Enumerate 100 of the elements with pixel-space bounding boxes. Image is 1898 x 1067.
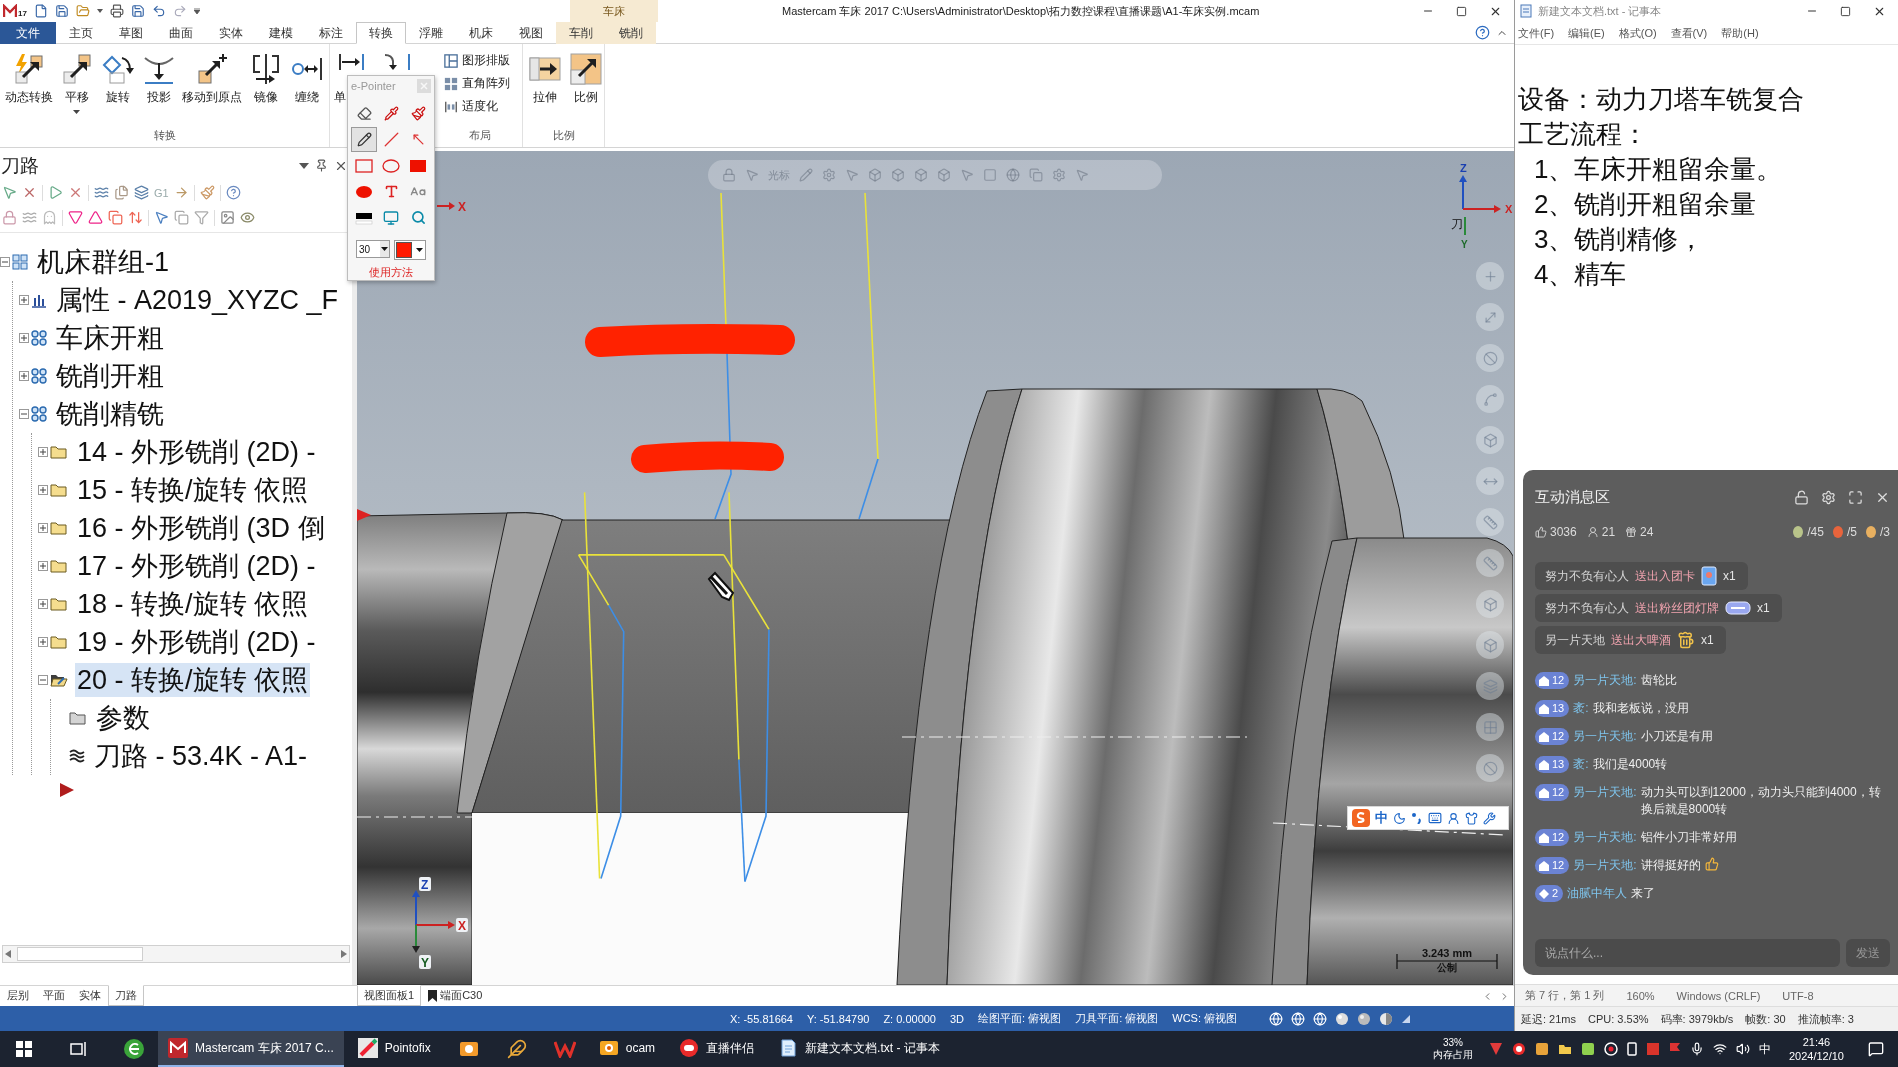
- menu-item[interactable]: 帮助(H): [1721, 25, 1759, 41]
- triangle-icon[interactable]: [88, 210, 103, 225]
- pen-color-select[interactable]: [394, 240, 426, 260]
- ribbon-button[interactable]: 投影: [139, 50, 178, 106]
- pencil-icon[interactable]: [356, 132, 372, 147]
- open-folder-icon[interactable]: [75, 4, 90, 18]
- chat-username[interactable]: 袤:: [1573, 700, 1589, 717]
- maximize-icon[interactable]: [1840, 5, 1851, 17]
- taskbar-app[interactable]: 新建文本文档.txt - 记事本: [768, 1031, 950, 1067]
- line-icon[interactable]: [383, 132, 399, 147]
- shaded-sphere-icon[interactable]: [1357, 1011, 1372, 1026]
- waves-icon[interactable]: [94, 185, 109, 200]
- tree-item[interactable]: 18 - 转换/旋转 依照: [75, 587, 311, 621]
- brush-icon[interactable]: [199, 185, 215, 200]
- panel-tab[interactable]: 平面: [36, 985, 72, 1006]
- triangle-icon[interactable]: [68, 210, 83, 225]
- viewport-tab[interactable]: 端面C30: [421, 985, 490, 1006]
- copy-icon[interactable]: [108, 210, 123, 225]
- tool-button[interactable]: [351, 127, 377, 152]
- arrow-icon[interactable]: [173, 185, 189, 200]
- ribbon-button[interactable]: 比例: [567, 50, 605, 106]
- plus-box-icon[interactable]: [38, 599, 48, 609]
- ribbon-button[interactable]: 移动到原点: [180, 50, 244, 106]
- help-link[interactable]: 使用方法: [369, 265, 413, 280]
- ribbon-button[interactable]: 图形排版: [442, 50, 512, 71]
- layers-icon[interactable]: [1476, 672, 1504, 700]
- cube-icon[interactable]: [1476, 631, 1504, 659]
- ribbon-button[interactable]: 适度化: [442, 96, 500, 117]
- clock[interactable]: 21:46 2024/12/10: [1778, 1031, 1854, 1067]
- lock-icon[interactable]: [2, 210, 17, 225]
- ribbon-tab[interactable]: 浮雕: [406, 22, 456, 44]
- caret-icon[interactable]: [96, 9, 103, 13]
- pointer-icon[interactable]: [154, 210, 169, 225]
- grid-icon[interactable]: [1476, 713, 1504, 741]
- image-icon[interactable]: [220, 210, 235, 225]
- scroll-right-icon[interactable]: [341, 950, 347, 958]
- minus-box-icon[interactable]: [0, 257, 10, 267]
- plus-box-icon[interactable]: [38, 447, 48, 457]
- ribbon-button[interactable]: 拉伸: [526, 50, 564, 106]
- plus-box-icon[interactable]: [38, 485, 48, 495]
- taskbar-app[interactable]: ocam: [588, 1031, 666, 1067]
- half-sphere-icon[interactable]: [1379, 1011, 1394, 1026]
- task-view-icon[interactable]: [70, 1041, 88, 1057]
- ribbon-button[interactable]: 单: [334, 89, 346, 106]
- settings-icon[interactable]: [1821, 489, 1836, 505]
- help-icon[interactable]: [1475, 25, 1490, 40]
- target-tray-icon[interactable]: [1603, 1042, 1618, 1056]
- menu-item[interactable]: 文件(F): [1518, 25, 1555, 41]
- ring-tray-icon[interactable]: [1511, 1042, 1526, 1056]
- horizontal-scrollbar[interactable]: [2, 945, 350, 963]
- line-width-icon[interactable]: [355, 210, 373, 225]
- ribbon-tab[interactable]: 标注: [306, 22, 356, 44]
- viewport-tab[interactable]: 视图面板1: [357, 985, 422, 1006]
- arrow-icon[interactable]: [410, 132, 426, 147]
- tree-item[interactable]: 19 - 外形铣削 (2D) -: [75, 625, 318, 659]
- tree-item[interactable]: 16 - 外形铣削 (3D 倒: [75, 511, 327, 545]
- chat-username[interactable]: 另一片天地:: [1573, 672, 1637, 689]
- undo-icon[interactable]: [151, 4, 166, 18]
- shaded-sphere-icon[interactable]: [1335, 1011, 1350, 1026]
- layers-icon[interactable]: [134, 185, 149, 200]
- ribbon-tab[interactable]: 文件: [0, 22, 56, 44]
- ribbon-tab[interactable]: 视图: [506, 22, 556, 44]
- copy-icon[interactable]: [174, 210, 189, 225]
- panel-tab[interactable]: 刀路: [108, 985, 144, 1006]
- ribbon-tab[interactable]: 机床: [456, 22, 506, 44]
- ribbon-button[interactable]: 镜像: [247, 50, 285, 106]
- ribbon-tab[interactable]: 车削: [556, 22, 606, 44]
- triangle-tray-icon[interactable]: [1488, 1042, 1503, 1056]
- plus-box-icon[interactable]: [19, 333, 29, 343]
- pipette-icon[interactable]: [383, 106, 399, 121]
- tree-item[interactable]: 15 - 转换/旋转 依照: [75, 473, 311, 507]
- chat-username[interactable]: 袤:: [1573, 756, 1589, 773]
- rectangle-icon[interactable]: [355, 158, 373, 173]
- plus-box-icon[interactable]: [19, 295, 29, 305]
- dropdown-triangle-icon[interactable]: [299, 162, 309, 169]
- ribbon-tab[interactable]: 草图: [106, 22, 156, 44]
- square-tray-icon[interactable]: [1580, 1042, 1595, 1056]
- customize-caret-icon[interactable]: [193, 8, 200, 14]
- input-mode-indicator[interactable]: 中: [1758, 1040, 1771, 1058]
- up-down-arrow-icon[interactable]: [128, 210, 143, 225]
- ribbon-button[interactable]: 缠绕: [288, 50, 326, 106]
- plus-box-icon[interactable]: [38, 637, 48, 647]
- scroll-left-icon[interactable]: [5, 950, 11, 958]
- pin-icon[interactable]: [315, 159, 328, 172]
- ribbon-tab[interactable]: 转换: [356, 22, 406, 44]
- ribbon-button[interactable]: 动态转换: [3, 50, 55, 106]
- pointer-icon[interactable]: [2, 185, 17, 200]
- play-icon[interactable]: [48, 185, 63, 200]
- taskbar-app[interactable]: 直播伴侣: [669, 1031, 765, 1067]
- start-logo-icon[interactable]: [16, 1041, 32, 1057]
- chat-username[interactable]: 另一片天地:: [1573, 829, 1637, 846]
- network-icon[interactable]: [1712, 1042, 1727, 1056]
- panel-tab[interactable]: 层别: [0, 985, 36, 1006]
- files-icon[interactable]: [114, 185, 129, 200]
- search-icon[interactable]: [410, 210, 426, 225]
- chat-username[interactable]: 油腻中年人: [1567, 885, 1628, 902]
- ribbon-tab[interactable]: 建模: [256, 22, 306, 44]
- save-as-icon[interactable]: [130, 4, 145, 18]
- minus-box-icon[interactable]: [38, 675, 48, 685]
- chat-input-field[interactable]: 说点什么...: [1535, 939, 1840, 967]
